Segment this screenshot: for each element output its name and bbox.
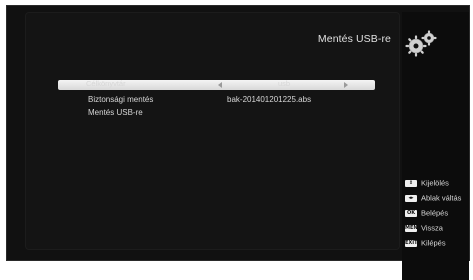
menu-row-target-folder[interactable]: Célkönyvtár usb (58, 79, 375, 90)
select-key-icon: ⇕ (405, 179, 417, 187)
menu-row-backup[interactable]: Biztonsági mentés (88, 95, 153, 105)
menu-label-backup: Biztonsági mentés (88, 95, 154, 104)
arrow-left-icon[interactable] (218, 82, 222, 88)
ok-key-icon: OK (405, 209, 417, 217)
exit-key-icon: EXIT (405, 239, 418, 247)
menu-value-backup[interactable]: bak-201401201225.abs (227, 95, 311, 104)
menu-label-save-usb: Mentés USB-re (88, 108, 143, 117)
help-window-switch: ◂▸ Ablak váltás (405, 193, 473, 203)
menu-key-icon: MENU (405, 224, 422, 232)
window-switch-key-icon: ◂▸ (405, 194, 417, 202)
help-select: ⇕ Kijelölés (405, 178, 473, 188)
gears-icon (405, 30, 437, 57)
arrow-right-icon[interactable] (344, 82, 348, 88)
menu-row-save-usb[interactable]: Mentés USB-re (88, 108, 143, 118)
help-back: MENUVissza (405, 223, 443, 233)
menu-value-target-folder[interactable]: usb (278, 79, 290, 88)
help-exit: EXIT Kilépés (405, 238, 446, 248)
menu-label-target-folder: Célkönyvtár (86, 79, 126, 88)
main-panel (25, 12, 400, 250)
help-enter: OK Belépés (405, 208, 449, 218)
tv-screen (6, 5, 470, 280)
page-title: Mentés USB-re (317, 33, 391, 45)
